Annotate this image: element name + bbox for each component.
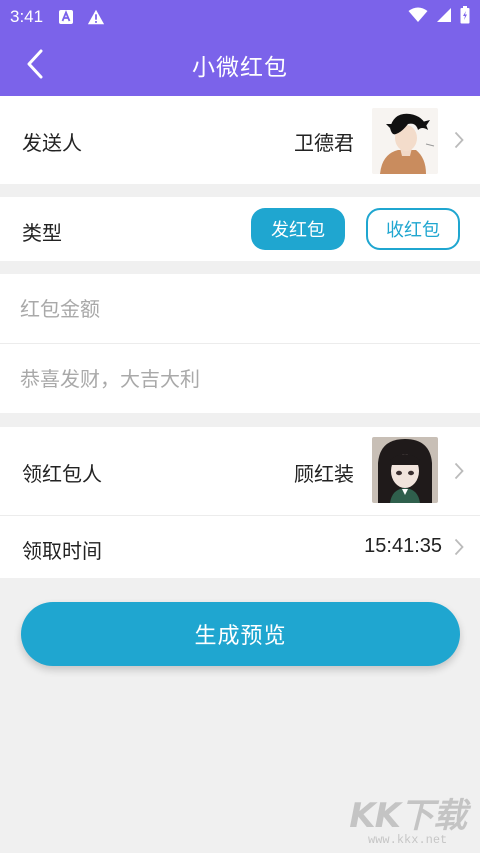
back-button[interactable] xyxy=(18,47,52,81)
battery-icon xyxy=(460,5,470,28)
sender-section: 发送人 卫德君 xyxy=(0,96,480,184)
greeting-input[interactable] xyxy=(20,359,460,399)
receive-time-row[interactable]: 领取时间 15:41:35 xyxy=(0,516,480,578)
type-section: 类型 发红包 收红包 xyxy=(0,197,480,261)
chevron-right-icon xyxy=(452,130,466,150)
chevron-left-icon xyxy=(27,49,43,79)
status-bar: 3:41 xyxy=(0,0,480,33)
sender-avatar xyxy=(372,108,438,174)
receive-time-value: 15:41:35 xyxy=(364,535,442,557)
chevron-right-icon xyxy=(452,461,466,481)
receiver-avatar xyxy=(372,437,438,503)
title-bar: 小微红包 xyxy=(0,33,480,96)
divider xyxy=(0,343,480,344)
receiver-section: 领红包人 顾红装 领取时间 15:41:35 xyxy=(0,427,480,578)
sender-row[interactable]: 发送人 卫德君 xyxy=(0,96,480,184)
wifi-icon xyxy=(408,7,428,27)
receiver-name: 顾红装 xyxy=(294,462,354,486)
receiver-row[interactable]: 领红包人 顾红装 xyxy=(0,427,480,515)
message-section xyxy=(0,274,480,413)
sender-label: 发送人 xyxy=(22,131,82,155)
type-label: 类型 xyxy=(22,221,62,245)
generate-preview-button[interactable]: 生成预览 xyxy=(21,602,460,666)
watermark-logo: KK下载 xyxy=(349,796,467,836)
receive-time-label: 领取时间 xyxy=(22,539,102,563)
sender-name: 卫德君 xyxy=(294,131,354,155)
warning-icon xyxy=(87,8,105,26)
status-time: 3:41 xyxy=(10,6,44,26)
send-packet-button[interactable]: 发红包 xyxy=(251,208,345,250)
receiver-label: 领红包人 xyxy=(22,462,102,486)
notification-a-icon xyxy=(57,8,75,26)
receive-packet-button[interactable]: 收红包 xyxy=(366,208,460,250)
page-title: 小微红包 xyxy=(192,54,288,81)
chevron-right-icon xyxy=(452,537,466,557)
signal-icon xyxy=(436,7,452,27)
amount-input[interactable] xyxy=(20,289,460,329)
watermark: KK下载 www.kkx.net xyxy=(349,788,467,847)
